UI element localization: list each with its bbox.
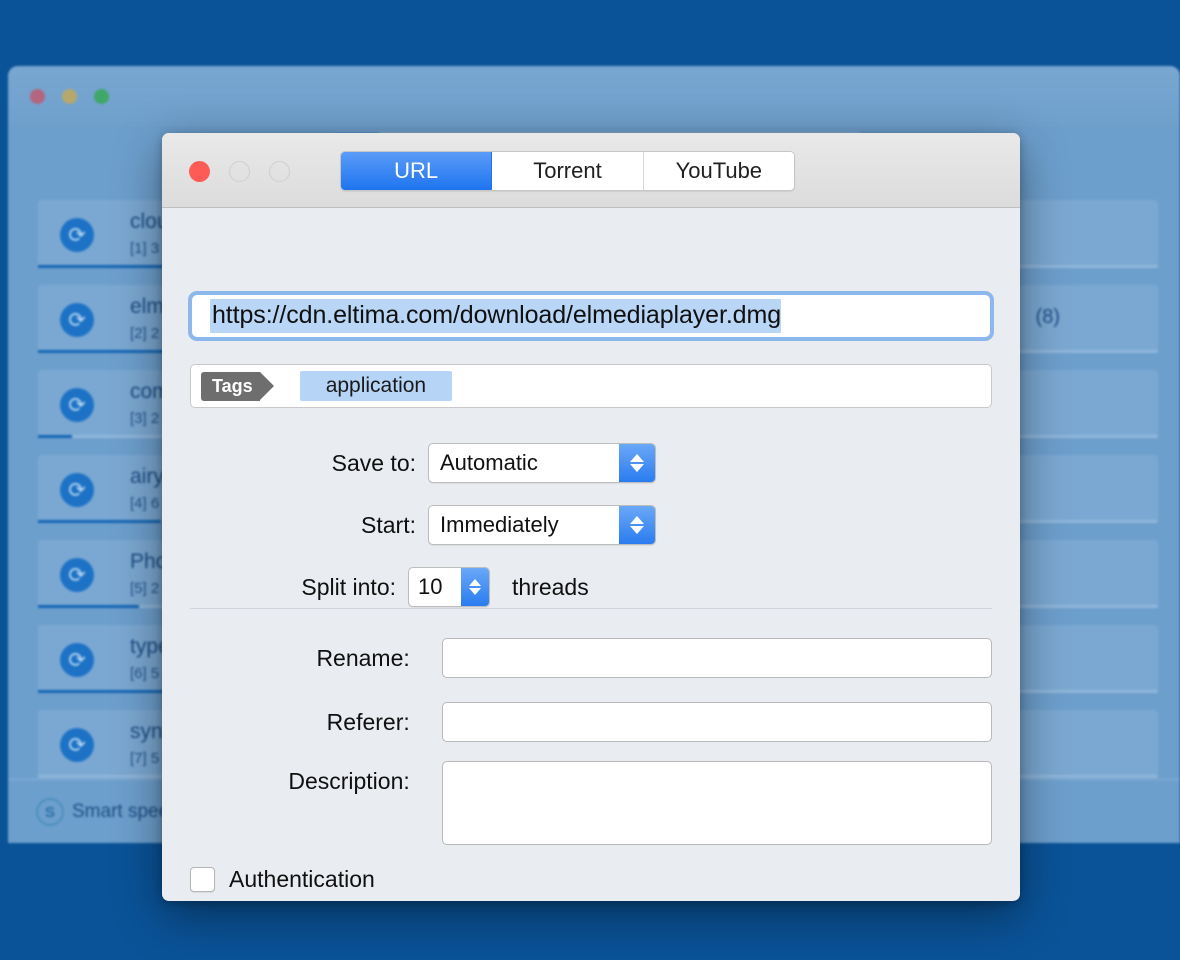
referer-label: Referer: (190, 709, 410, 736)
referer-input[interactable] (442, 702, 992, 742)
zoom-button[interactable] (94, 89, 109, 104)
tags-field[interactable]: Tags application (190, 364, 992, 408)
description-input[interactable] (442, 761, 992, 845)
url-input[interactable] (192, 295, 990, 337)
background-progress-fill (38, 435, 72, 438)
rename-label: Rename: (190, 645, 410, 672)
split-into-value: 10 (409, 574, 442, 600)
background-titlebar: + Enter download link (8, 66, 1180, 128)
background-progress-fill (38, 605, 139, 608)
add-download-dialog: URLTorrentYouTube https://cdn.eltima.com… (162, 133, 1020, 901)
description-label: Description: (190, 761, 410, 801)
authentication-row[interactable]: Authentication (190, 866, 375, 893)
dialog-titlebar: URLTorrentYouTube (162, 133, 1020, 208)
authentication-checkbox[interactable] (190, 867, 215, 892)
tab-url[interactable]: URL (341, 152, 492, 190)
tags-badge: Tags (201, 372, 260, 401)
rename-row: Rename: (190, 638, 992, 678)
tab-torrent[interactable]: Torrent (492, 152, 643, 190)
tab-youtube[interactable]: YouTube (644, 152, 794, 190)
refresh-icon[interactable]: ⟳ (60, 558, 94, 592)
split-into-row: Split into: 10 threads (190, 567, 589, 607)
background-download-name: syn (130, 720, 163, 744)
split-into-label: Split into: (190, 574, 396, 601)
background-progress-fill (38, 520, 161, 523)
url-input-wrapper[interactable]: https://cdn.eltima.com/download/elmediap… (188, 291, 994, 341)
background-download-meta: [4] 6 (130, 495, 159, 512)
authentication-label: Authentication (229, 866, 375, 893)
background-traffic-lights[interactable] (30, 89, 109, 104)
start-value: Immediately (429, 512, 559, 538)
background-side-count: (8) (1036, 306, 1060, 329)
save-to-stepper-icon[interactable] (619, 444, 655, 482)
save-to-row: Save to: Automatic (190, 443, 656, 483)
screen: + Enter download link ⟳cloud[1] 3⟳elm[2]… (0, 0, 1180, 960)
background-download-meta: [1] 3 (130, 240, 159, 257)
smart-speed-icon: S (36, 798, 64, 826)
save-to-popup[interactable]: Automatic (428, 443, 656, 483)
refresh-icon[interactable]: ⟳ (60, 643, 94, 677)
split-into-stepper[interactable]: 10 (408, 567, 490, 607)
background-download-meta: [2] 2 (130, 325, 159, 342)
start-label: Start: (210, 512, 416, 539)
tag-chip-application[interactable]: application (300, 371, 452, 401)
save-to-label: Save to: (210, 450, 416, 477)
source-type-tabs[interactable]: URLTorrentYouTube (340, 151, 795, 191)
zoom-button (269, 161, 290, 182)
background-download-name: airy (130, 465, 164, 489)
description-row: Description: (190, 761, 992, 845)
background-download-meta: [3] 2 (130, 410, 159, 427)
smart-speed-control[interactable]: S Smart speed (36, 798, 180, 826)
split-into-suffix: threads (512, 574, 589, 601)
minimize-button (229, 161, 250, 182)
background-download-name: elm (130, 295, 164, 319)
save-to-value: Automatic (429, 450, 538, 476)
start-popup[interactable]: Immediately (428, 505, 656, 545)
split-into-stepper-icon[interactable] (461, 568, 489, 606)
background-download-meta: [6] 5 (130, 665, 159, 682)
section-divider (190, 608, 992, 609)
referer-row: Referer: (190, 702, 992, 742)
close-button[interactable] (30, 89, 45, 104)
refresh-icon[interactable]: ⟳ (60, 473, 94, 507)
background-download-meta: [7] 5 (130, 750, 159, 767)
refresh-icon[interactable]: ⟳ (60, 303, 94, 337)
close-button[interactable] (189, 161, 210, 182)
rename-input[interactable] (442, 638, 992, 678)
dialog-traffic-lights[interactable] (189, 161, 290, 182)
background-download-meta: [5] 2 (130, 580, 159, 597)
refresh-icon[interactable]: ⟳ (60, 728, 94, 762)
refresh-icon[interactable]: ⟳ (60, 218, 94, 252)
minimize-button[interactable] (62, 89, 77, 104)
refresh-icon[interactable]: ⟳ (60, 388, 94, 422)
start-row: Start: Immediately (190, 505, 656, 545)
start-stepper-icon[interactable] (619, 506, 655, 544)
